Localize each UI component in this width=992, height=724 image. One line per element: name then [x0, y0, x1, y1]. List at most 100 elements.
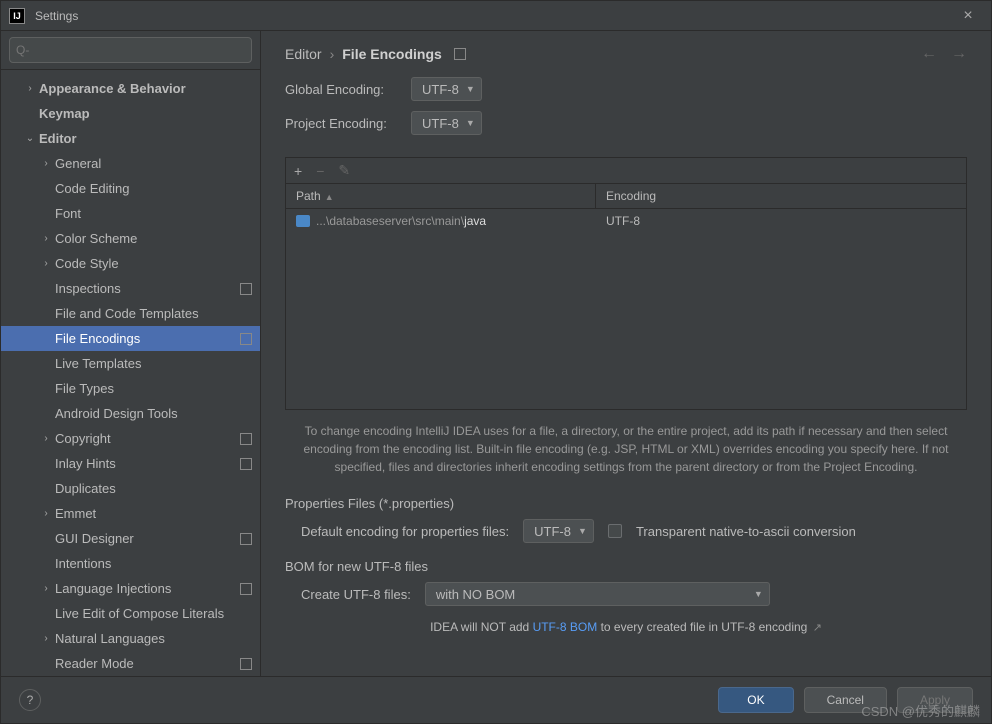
- sidebar-item-copyright[interactable]: ›Copyright: [1, 426, 260, 451]
- sidebar-item-label: Appearance & Behavior: [39, 81, 252, 96]
- transparent-n2a-checkbox[interactable]: [608, 524, 622, 538]
- sidebar: ›Appearance & BehaviorKeymap⌄Editor›Gene…: [1, 31, 261, 676]
- sidebar-item-inspections[interactable]: Inspections: [1, 276, 260, 301]
- sidebar-item-natural-languages[interactable]: ›Natural Languages: [1, 626, 260, 651]
- sidebar-item-label: Color Scheme: [55, 231, 252, 246]
- column-path-header[interactable]: Path▲: [286, 184, 596, 208]
- bom-hint: IDEA will NOT add UTF-8 BOM to every cre…: [261, 616, 991, 644]
- search-input[interactable]: [9, 37, 252, 63]
- scope-badge-icon: [240, 583, 252, 595]
- sidebar-item-label: Font: [55, 206, 252, 221]
- chevron-icon: ›: [39, 158, 53, 169]
- app-icon: IJ: [9, 8, 25, 24]
- chevron-icon: ›: [39, 233, 53, 244]
- sidebar-item-live-edit-of-compose-literals[interactable]: Live Edit of Compose Literals: [1, 601, 260, 626]
- cancel-button[interactable]: Cancel: [804, 687, 887, 713]
- folder-icon: [296, 215, 310, 227]
- breadcrumb-parent: Editor: [285, 46, 322, 62]
- sidebar-item-editor[interactable]: ⌄Editor: [1, 126, 260, 151]
- scope-badge-icon: [240, 433, 252, 445]
- sidebar-item-gui-designer[interactable]: GUI Designer: [1, 526, 260, 551]
- chevron-icon: ›: [23, 83, 37, 94]
- chevron-icon: ›: [39, 633, 53, 644]
- sidebar-item-label: General: [55, 156, 252, 171]
- scope-badge-icon: [240, 333, 252, 345]
- table-row[interactable]: ...\databaseserver\src\main\java UTF-8: [286, 209, 966, 233]
- column-encoding-header[interactable]: Encoding: [596, 184, 666, 208]
- add-icon[interactable]: +: [294, 163, 302, 179]
- close-icon[interactable]: ×: [953, 7, 983, 25]
- apply-button[interactable]: Apply: [897, 687, 973, 713]
- scope-badge-icon: [240, 283, 252, 295]
- sidebar-item-file-types[interactable]: File Types: [1, 376, 260, 401]
- sidebar-item-label: Copyright: [55, 431, 236, 446]
- project-encoding-label: Project Encoding:: [285, 116, 411, 131]
- sidebar-item-reader-mode[interactable]: Reader Mode: [1, 651, 260, 676]
- sidebar-item-duplicates[interactable]: Duplicates: [1, 476, 260, 501]
- sidebar-item-emmet[interactable]: ›Emmet: [1, 501, 260, 526]
- caret-down-icon: ▼: [754, 589, 763, 599]
- sidebar-item-label: Live Templates: [55, 356, 252, 371]
- ok-button[interactable]: OK: [718, 687, 793, 713]
- project-encoding-combo[interactable]: UTF-8▼: [411, 111, 482, 135]
- chevron-icon: ›: [39, 433, 53, 444]
- forward-icon[interactable]: →: [951, 45, 967, 63]
- sidebar-item-code-editing[interactable]: Code Editing: [1, 176, 260, 201]
- sidebar-item-label: Natural Languages: [55, 631, 252, 646]
- create-utf8-combo[interactable]: with NO BOM▼: [425, 582, 770, 606]
- sidebar-item-android-design-tools[interactable]: Android Design Tools: [1, 401, 260, 426]
- sidebar-item-inlay-hints[interactable]: Inlay Hints: [1, 451, 260, 476]
- remove-icon[interactable]: −: [316, 163, 324, 179]
- sidebar-item-language-injections[interactable]: ›Language Injections: [1, 576, 260, 601]
- sort-asc-icon: ▲: [325, 192, 334, 202]
- sidebar-item-label: File Types: [55, 381, 252, 396]
- external-link-icon: ↗: [813, 622, 822, 634]
- sidebar-item-label: Reader Mode: [55, 656, 236, 671]
- bom-section-label: BOM for new UTF-8 files: [261, 553, 991, 582]
- window-title: Settings: [35, 9, 953, 23]
- sidebar-item-label: Code Style: [55, 256, 252, 271]
- sidebar-item-label: Intentions: [55, 556, 252, 571]
- breadcrumb-current: File Encodings: [342, 46, 442, 62]
- help-button[interactable]: ?: [19, 689, 41, 711]
- sidebar-item-label: File Encodings: [55, 331, 236, 346]
- sidebar-item-label: Duplicates: [55, 481, 252, 496]
- default-props-encoding-label: Default encoding for properties files:: [301, 524, 509, 539]
- back-icon[interactable]: ←: [921, 45, 937, 63]
- caret-down-icon: ▼: [466, 84, 475, 94]
- sidebar-item-live-templates[interactable]: Live Templates: [1, 351, 260, 376]
- sidebar-item-keymap[interactable]: Keymap: [1, 101, 260, 126]
- scope-badge-icon: [454, 48, 466, 60]
- sidebar-item-label: File and Code Templates: [55, 306, 252, 321]
- scope-badge-icon: [240, 458, 252, 470]
- sidebar-item-label: GUI Designer: [55, 531, 236, 546]
- chevron-right-icon: ›: [330, 46, 335, 62]
- utf8-bom-link[interactable]: UTF-8 BOM: [533, 620, 598, 634]
- sidebar-item-intentions[interactable]: Intentions: [1, 551, 260, 576]
- breadcrumb: Editor › File Encodings: [285, 46, 466, 62]
- sidebar-item-label: Keymap: [39, 106, 252, 121]
- encoding-hint: To change encoding IntelliJ IDEA uses fo…: [261, 410, 991, 490]
- sidebar-item-appearance-behavior[interactable]: ›Appearance & Behavior: [1, 76, 260, 101]
- properties-section-label: Properties Files (*.properties): [261, 490, 991, 519]
- sidebar-item-color-scheme[interactable]: ›Color Scheme: [1, 226, 260, 251]
- chevron-icon: ›: [39, 508, 53, 519]
- row-encoding-cell: UTF-8: [596, 214, 650, 228]
- sidebar-item-code-style[interactable]: ›Code Style: [1, 251, 260, 276]
- caret-down-icon: ▼: [466, 118, 475, 128]
- sidebar-item-font[interactable]: Font: [1, 201, 260, 226]
- settings-tree[interactable]: ›Appearance & BehaviorKeymap⌄Editor›Gene…: [1, 70, 260, 676]
- path-encoding-table: + − ✎ Path▲ Encoding ...\databaseserver\…: [285, 157, 967, 410]
- edit-icon[interactable]: ✎: [338, 162, 350, 179]
- sidebar-item-label: Android Design Tools: [55, 406, 252, 421]
- sidebar-item-file-and-code-templates[interactable]: File and Code Templates: [1, 301, 260, 326]
- sidebar-item-file-encodings[interactable]: File Encodings: [1, 326, 260, 351]
- settings-window: IJ Settings × ›Appearance & BehaviorKeym…: [0, 0, 992, 724]
- global-encoding-combo[interactable]: UTF-8▼: [411, 77, 482, 101]
- sidebar-item-label: Emmet: [55, 506, 252, 521]
- chevron-icon: ⌄: [23, 133, 37, 144]
- default-props-encoding-combo[interactable]: UTF-8▼: [523, 519, 594, 543]
- global-encoding-label: Global Encoding:: [285, 82, 411, 97]
- sidebar-item-general[interactable]: ›General: [1, 151, 260, 176]
- sidebar-item-label: Code Editing: [55, 181, 252, 196]
